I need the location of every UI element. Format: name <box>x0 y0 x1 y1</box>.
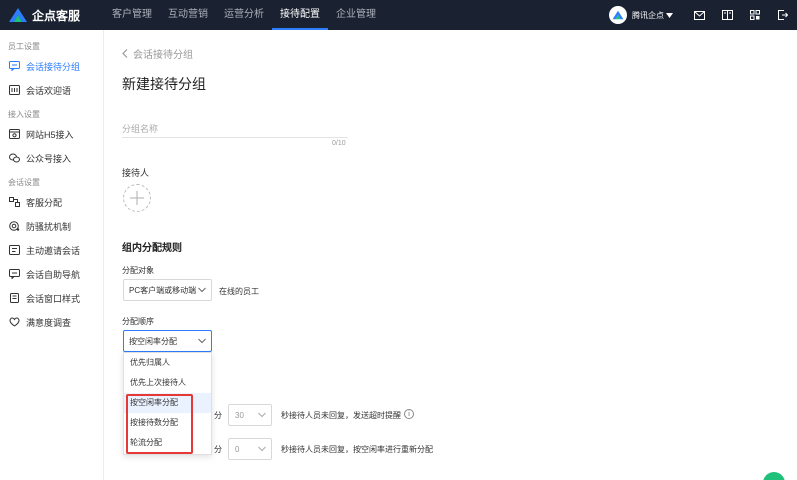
sidebar-item-assign[interactable]: 客服分配 <box>0 190 103 214</box>
main-content: 会话接待分组 新建接待分组 0/10 接待人 组内分配规则 分配对象 PC客户端… <box>104 30 797 480</box>
sidebar-item-chat-group[interactable]: 会话接待分组 <box>0 54 103 78</box>
row2-text: 秒接待人员未回复，按空闲率进行重新分配 <box>281 445 433 454</box>
order-option-last-receptionist[interactable]: 优先上次接待人 <box>124 373 211 393</box>
sidebar-item-web-h5[interactable]: 网站H5接入 <box>0 122 103 146</box>
top-right: 腾讯企点 <box>609 0 797 30</box>
order-option-reception-count[interactable]: 按接待数分配 <box>124 413 211 433</box>
sidebar-item-label: 防骚扰机制 <box>26 221 72 232</box>
target-select[interactable]: PC客户端或移动端 <box>123 279 212 301</box>
nav-interactive-marketing[interactable]: 互动营销 <box>160 0 216 30</box>
order-dropdown: 优先归属人 优先上次接待人 按空闲率分配 按接待数分配 轮流分配 <box>123 352 212 455</box>
chat-group-icon <box>8 60 20 72</box>
sidebar-item-label: 会话欢迎语 <box>26 85 72 96</box>
shield-icon <box>8 220 20 232</box>
sidebar-item-label: 公众号接入 <box>26 153 72 164</box>
rules-title: 组内分配规则 <box>122 243 182 254</box>
reassign-seconds-value: 0 <box>235 444 240 454</box>
sidebar-item-label: 满意度调查 <box>26 317 72 328</box>
chevron-down-icon <box>198 287 206 293</box>
nav-operation-analysis[interactable]: 运营分析 <box>216 0 272 30</box>
book-icon[interactable] <box>713 0 741 30</box>
sidebar-item-survey[interactable]: 满意度调查 <box>0 310 103 334</box>
avatar <box>609 6 627 24</box>
user-menu[interactable]: 腾讯企点 <box>609 6 673 24</box>
wechat-icon <box>8 152 20 164</box>
sidebar-item-label: 会话自助导航 <box>26 269 81 280</box>
sidebar-item-welcome[interactable]: 会话欢迎语 <box>0 78 103 102</box>
window-icon <box>8 292 20 304</box>
order-label: 分配顺序 <box>122 317 154 326</box>
web-icon <box>8 128 20 140</box>
logout-icon[interactable] <box>769 0 797 30</box>
order-select-value: 按空闲率分配 <box>129 336 177 346</box>
nav-icon <box>8 268 20 280</box>
welcome-icon <box>8 84 20 96</box>
sidebar: 员工设置 会话接待分组 会话欢迎语 接入设置 网站H5接入 公众号接入 会话设置… <box>0 30 104 480</box>
order-option-round-robin[interactable]: 轮流分配 <box>124 433 211 453</box>
chevron-down-icon <box>198 338 206 344</box>
chevron-down-icon <box>258 446 266 452</box>
chevron-down-icon <box>258 412 266 418</box>
target-select-value: PC客户端或移动端 <box>129 285 197 295</box>
sidebar-group-session: 会话设置 <box>8 178 40 187</box>
order-option-idle-rate[interactable]: 按空闲率分配 <box>124 393 211 413</box>
sidebar-item-label: 会话接待分组 <box>26 61 81 72</box>
brand[interactable]: 企点客服 <box>0 7 104 24</box>
group-name-input[interactable] <box>122 120 348 138</box>
sidebar-item-wechat[interactable]: 公众号接入 <box>0 146 103 170</box>
info-icon[interactable]: i <box>404 409 414 419</box>
mail-icon[interactable] <box>685 0 713 30</box>
breadcrumb-label: 会话接待分组 <box>133 50 193 61</box>
plus-icon <box>130 191 144 205</box>
top-bar: 企点客服 客户管理 互动营销 运营分析 接待配置 企业管理 腾讯企点 <box>0 0 797 30</box>
user-name: 腾讯企点 <box>632 10 664 20</box>
receptionist-label: 接待人 <box>122 168 150 178</box>
sidebar-item-label: 主动邀请会话 <box>26 245 81 256</box>
reassign-seconds-select[interactable]: 0 <box>228 438 272 460</box>
brand-name: 企点客服 <box>32 8 81 23</box>
sidebar-group-staff: 员工设置 <box>8 42 40 51</box>
timeout-seconds-value: 30 <box>235 410 244 420</box>
sidebar-item-window-style[interactable]: 会话窗口样式 <box>0 286 103 310</box>
row1-unit: 分 <box>214 411 222 420</box>
brand-logo-icon <box>9 8 27 22</box>
target-suffix: 在线的员工 <box>219 287 259 296</box>
sidebar-item-anti-harass[interactable]: 防骚扰机制 <box>0 214 103 238</box>
survey-icon <box>8 316 20 328</box>
sidebar-item-invite[interactable]: 主动邀请会话 <box>0 238 103 262</box>
nav-enterprise-management[interactable]: 企业管理 <box>328 0 384 30</box>
timeout-seconds-select[interactable]: 30 <box>228 404 272 426</box>
assign-icon <box>8 196 20 208</box>
order-option-owner-first[interactable]: 优先归属人 <box>124 353 211 373</box>
sidebar-item-label: 会话窗口样式 <box>26 293 81 304</box>
breadcrumb[interactable]: 会话接待分组 <box>122 46 193 61</box>
sidebar-item-self-nav[interactable]: 会话自助导航 <box>0 262 103 286</box>
add-receptionist-button[interactable] <box>123 184 151 212</box>
main-nav: 客户管理 互动营销 运营分析 接待配置 企业管理 <box>104 0 384 30</box>
name-counter: 0/10 <box>332 140 346 147</box>
grid-icon[interactable] <box>741 0 769 30</box>
row2-unit: 分 <box>214 445 222 454</box>
chevron-left-icon <box>122 49 128 58</box>
avatar-logo-icon <box>612 10 624 20</box>
sidebar-item-label: 网站H5接入 <box>26 129 74 140</box>
invite-icon <box>8 244 20 256</box>
row1-text: 秒接待人员未回复，发送超时提醒 <box>281 411 401 420</box>
sidebar-item-label: 客服分配 <box>26 197 63 208</box>
sidebar-group-access: 接入设置 <box>8 110 40 119</box>
page-title: 新建接待分组 <box>122 76 206 92</box>
caret-down-icon <box>666 12 673 18</box>
nav-reception-config[interactable]: 接待配置 <box>272 0 328 30</box>
target-label: 分配对象 <box>122 266 154 275</box>
order-select[interactable]: 按空闲率分配 <box>123 330 212 352</box>
nav-customer-management[interactable]: 客户管理 <box>104 0 160 30</box>
